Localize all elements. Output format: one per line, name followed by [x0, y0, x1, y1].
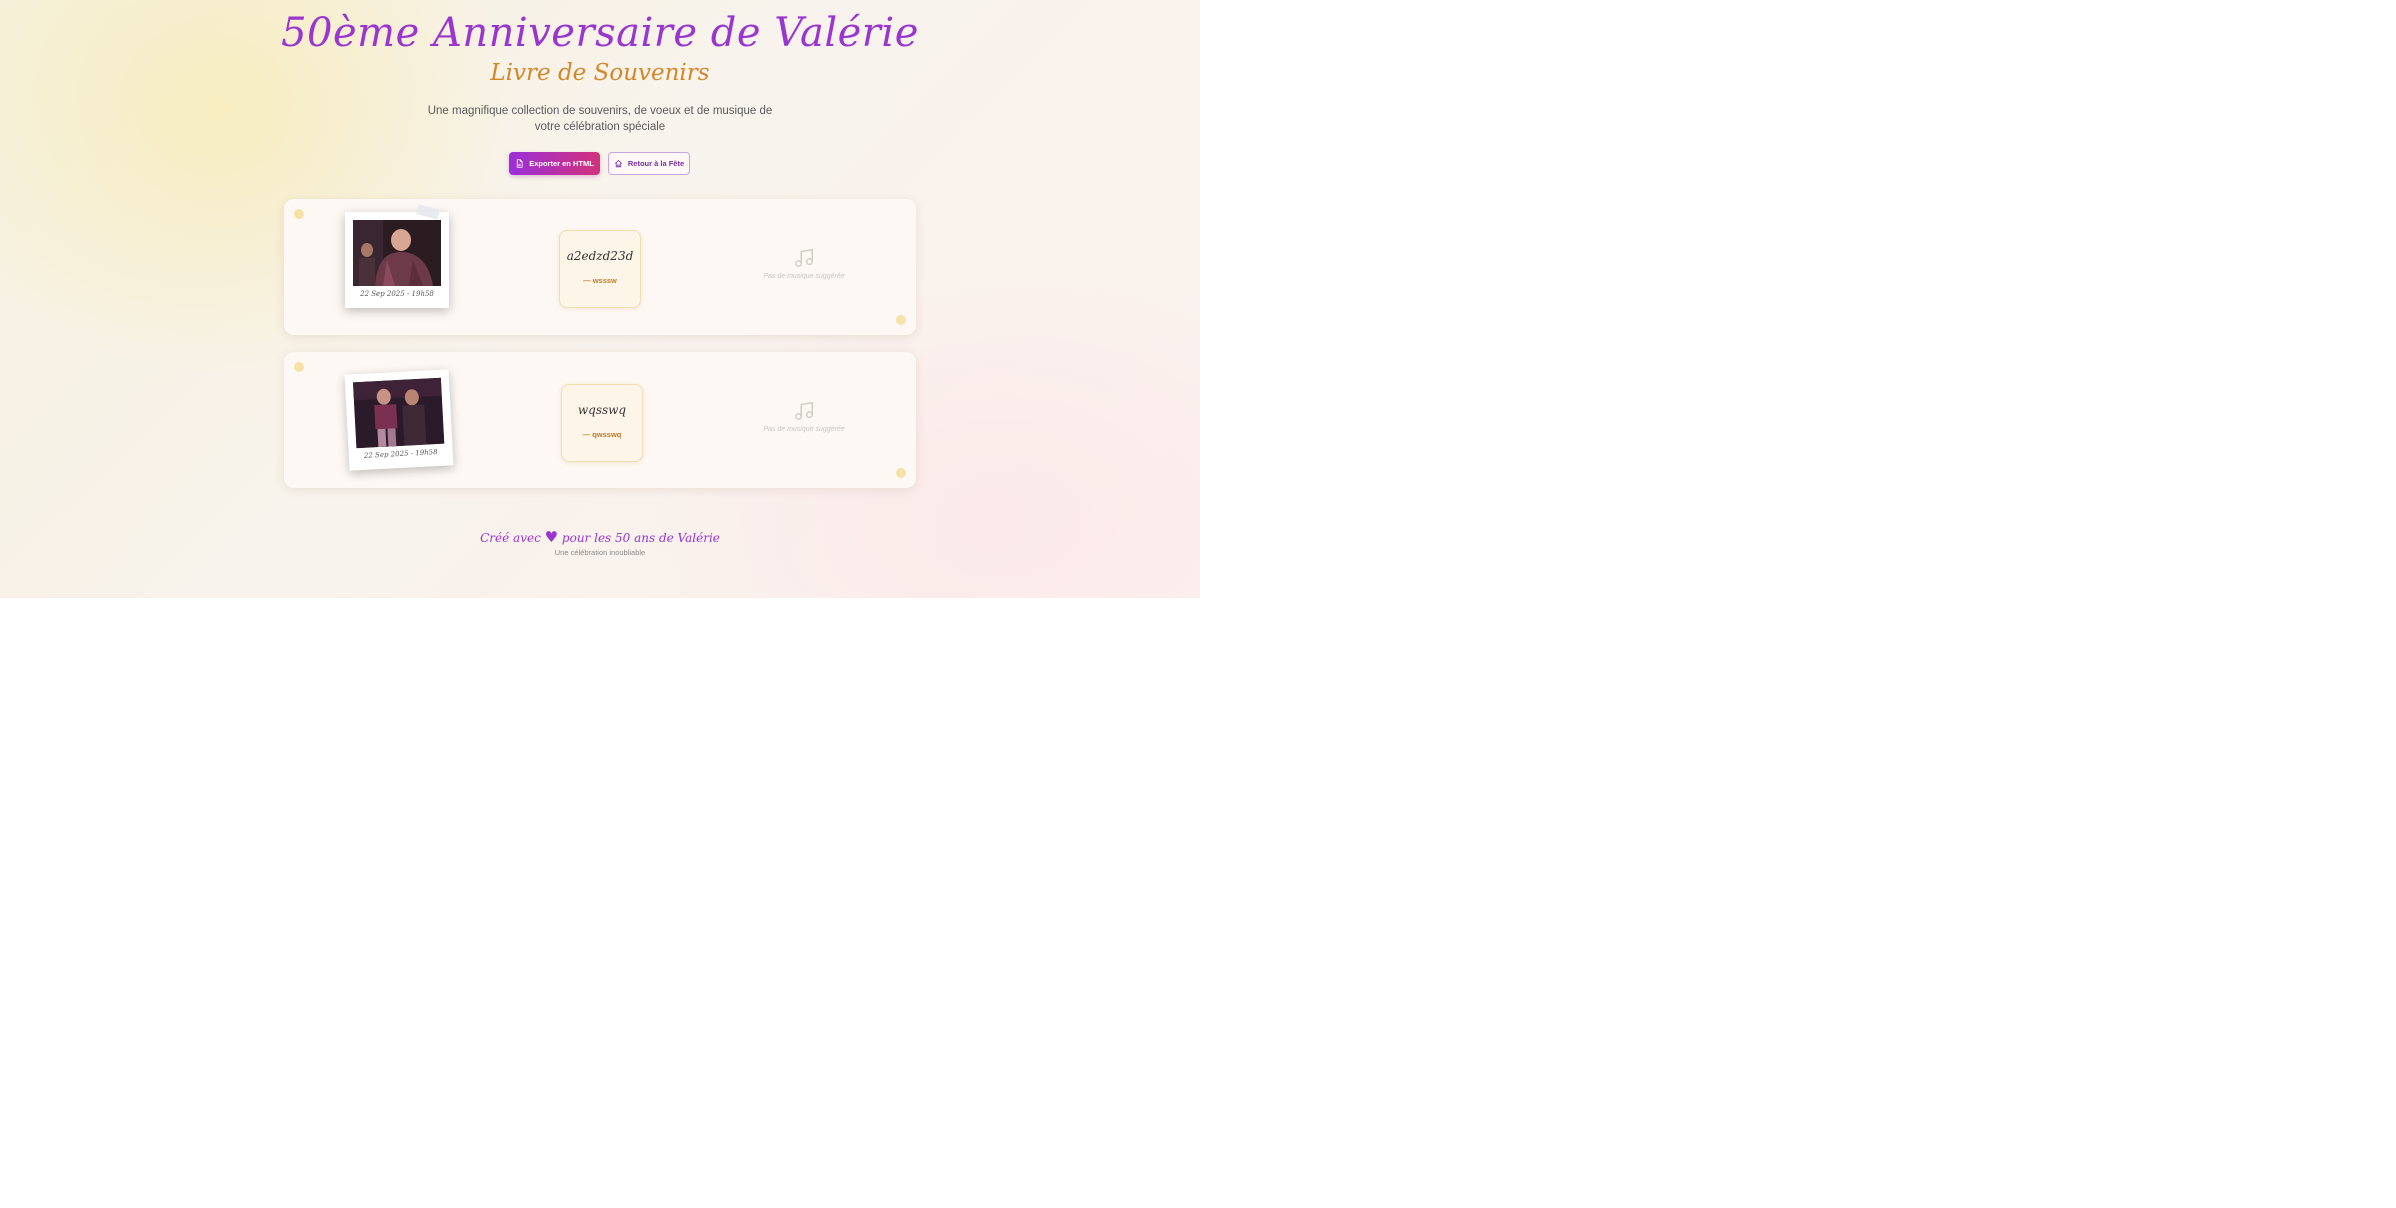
wish-note: wqsswq — qwsswq [561, 384, 643, 462]
memory-photo [353, 220, 441, 286]
footer-text-before: Créé avec [480, 531, 541, 545]
memory-photo [352, 377, 445, 449]
photo-caption: 22 Sep 2025 - 19h58 [360, 290, 434, 298]
wish-author: — wsssw [583, 276, 617, 285]
wish-note: a2edzd23d — wsssw [559, 230, 641, 308]
music-note-icon [795, 249, 813, 267]
polaroid-photo[interactable]: 22 Sep 2025 - 19h58 [344, 369, 454, 471]
heart-icon: ♥ [544, 528, 559, 546]
wish-text: wqsswq [577, 403, 627, 417]
memory-card: 22 Sep 2025 - 19h58 a2edzd23d — wsssw Pa… [284, 199, 916, 335]
page-description: Une magnifique collection de souvenirs, … [427, 105, 773, 133]
music-note-icon [795, 402, 813, 420]
back-to-party-label: Retour à la Fête [627, 159, 685, 168]
footer-subtitle: Une célébration inoubliable [554, 548, 646, 557]
back-to-party-button[interactable]: Retour à la Fête [608, 152, 690, 175]
footer-title: Créé avec ♥ pour les 50 ans de Valérie [0, 528, 1200, 546]
decorative-dot [896, 315, 906, 325]
no-music-text: Pas de musique suggérée [763, 426, 845, 433]
memory-card: 22 Sep 2025 - 19h58 wqsswq — qwsswq Pas … [284, 352, 916, 488]
memory-book-page: 50ème Anniversaire de Valérie Livre de S… [0, 0, 1200, 598]
export-html-label: Exporter en HTML [529, 159, 594, 168]
footer-text-after: pour les 50 ans de Valérie [561, 531, 720, 545]
page-subtitle: Livre de Souvenirs [490, 60, 710, 86]
music-suggestion: Pas de musique suggérée [744, 247, 864, 280]
photo-caption: 22 Sep 2025 - 19h58 [363, 448, 438, 460]
page-title: 50ème Anniversaire de Valérie [281, 10, 919, 56]
tape-decoration [416, 204, 440, 220]
music-suggestion: Pas de musique suggérée [744, 400, 864, 433]
no-music-text: Pas de musique suggérée [763, 273, 845, 280]
decorative-dot [294, 362, 304, 372]
decorative-dot [896, 468, 906, 478]
wish-text: a2edzd23d [566, 249, 634, 263]
file-icon [517, 159, 523, 168]
wish-author: — qwsswq [582, 430, 622, 439]
home-icon [614, 159, 623, 168]
export-html-button[interactable]: Exporter en HTML [509, 152, 600, 175]
polaroid-photo[interactable]: 22 Sep 2025 - 19h58 [345, 204, 449, 308]
decorative-dot [294, 209, 304, 219]
